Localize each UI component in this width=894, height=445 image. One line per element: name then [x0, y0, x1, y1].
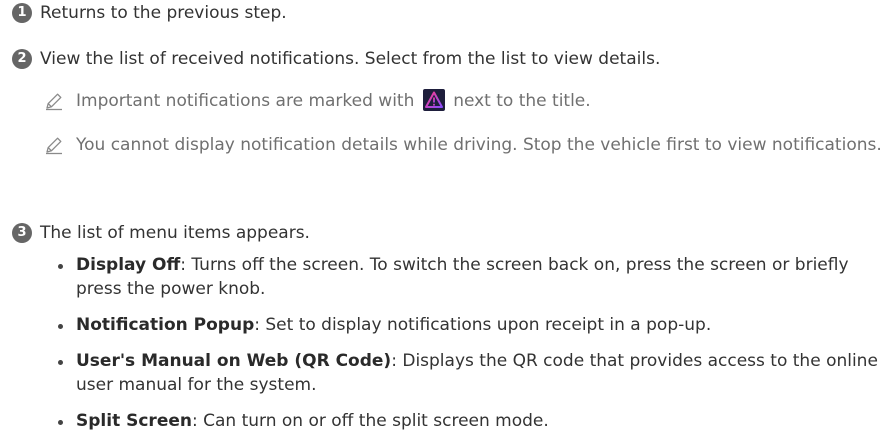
- note-1-text-before: Important notifications are marked with: [76, 91, 415, 111]
- step-3: 3 The list of menu items appears.: [12, 222, 310, 244]
- manual-page: 1 Returns to the previous step. 2 View t…: [0, 0, 894, 432]
- warning-triangle-icon: [422, 89, 445, 111]
- list-item: Split Screen: Can turn on or off the spl…: [56, 409, 886, 433]
- step-1-text: Returns to the previous step.: [40, 3, 287, 23]
- step-3-number-badge: 3: [12, 223, 32, 243]
- menu-item-description: : Can turn on or off the split screen mo…: [191, 411, 549, 431]
- step-2-number-badge: 2: [12, 49, 32, 69]
- step-1-number-badge: 1: [12, 3, 32, 23]
- list-item: Notification Popup: Set to display notif…: [56, 313, 886, 337]
- note-2-text: You cannot display notification details …: [76, 135, 882, 155]
- step-1: 1 Returns to the previous step.: [12, 2, 287, 24]
- list-item: User's Manual on Web (QR Code): Displays…: [56, 349, 886, 397]
- menu-item-term: User's Manual on Web (QR Code): [76, 351, 392, 371]
- menu-item-term: Display Off: [76, 255, 181, 275]
- step-3-text: The list of menu items appears.: [40, 223, 310, 243]
- step-2: 2 View the list of received notification…: [12, 48, 660, 70]
- step-2-text: View the list of received notifications.…: [40, 49, 661, 69]
- menu-items-list: Display Off: Turns off the screen. To sw…: [56, 253, 886, 445]
- note-1-text-after: next to the title.: [453, 91, 591, 111]
- menu-item-term: Split Screen: [76, 411, 192, 431]
- menu-item-term: Notification Popup: [76, 315, 255, 335]
- menu-item-description: : Turns off the screen. To switch the sc…: [76, 255, 849, 299]
- pencil-icon: [46, 93, 62, 111]
- note-important-notifications: Important notifications are marked with …: [44, 88, 591, 114]
- note-driving-restriction: You cannot display notification details …: [44, 132, 882, 158]
- menu-item-description: : Set to display notifications upon rece…: [254, 315, 712, 335]
- pencil-icon: [46, 137, 62, 155]
- list-item: Display Off: Turns off the screen. To sw…: [56, 253, 886, 301]
